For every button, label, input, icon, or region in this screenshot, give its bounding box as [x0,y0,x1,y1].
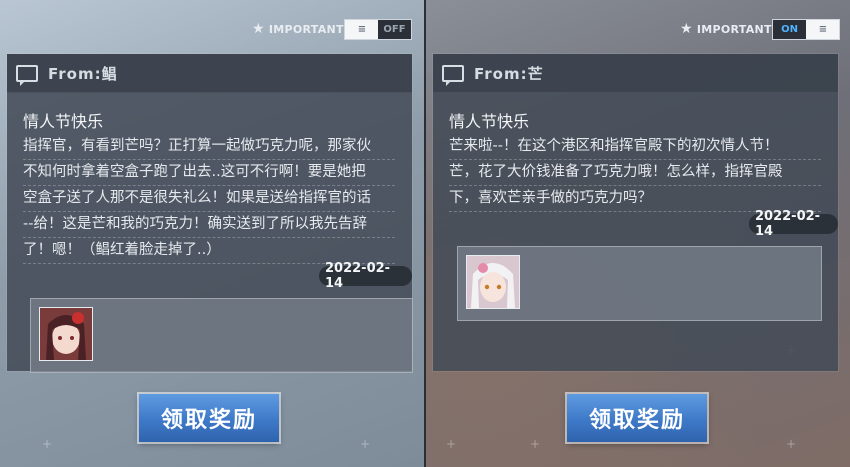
mail-card: From:鲳 情人节快乐 指挥官，有看到芒吗？正打算一起做巧克力呢，那家伙 不知… [7,54,413,373]
important-label: ★ IMPORTANT [252,21,344,37]
reward-slot [457,246,822,321]
mail-title: 情人节快乐 [23,112,104,131]
message-icon [442,64,464,86]
mail-date: 2022-02-14 [319,261,412,291]
mail-header: From:芒 [433,54,838,93]
important-toggle[interactable]: ≡ OFF [344,19,412,40]
toggle-knob: ≡ [806,20,839,39]
toggle-knob: ≡ [345,20,378,39]
body-line: 芒来啦--！在这个港区和指挥官殿下的初次情人节！ [449,134,821,160]
decor-plus: + [786,437,797,451]
sender-label: From:鲳 [48,64,118,83]
toggle-state-label: OFF [383,24,406,35]
mail-panel-right: + + + + ★ IMPORTANT ON ≡ From:芒 情人节快乐 芒来… [426,0,850,467]
mail-date: 2022-02-14 [749,209,838,239]
message-icon [16,64,38,86]
mail-header: From:鲳 [7,54,412,93]
star-icon: ★ [680,21,693,37]
mail-title: 情人节快乐 [449,112,530,131]
claim-reward-button[interactable]: 领取奖励 [567,394,707,442]
body-line: 空盒子送了人那不是很失礼么！如果是送给指挥官的话 [23,186,395,212]
reward-slot [30,298,413,373]
important-label: ★ IMPORTANT [680,21,772,37]
grip-icon: ≡ [357,24,366,35]
important-toggle[interactable]: ON ≡ [772,19,840,40]
mail-card: From:芒 情人节快乐 芒来啦--！在这个港区和指挥官殿下的初次情人节！ 芒，… [433,54,838,371]
mail-panel-left: + + + + ★ IMPORTANT ≡ OFF From:鲳 情人节快乐 指… [0,0,424,467]
toggle-state-label: ON [781,24,798,35]
mail-body: 芒来啦--！在这个港区和指挥官殿下的初次情人节！ 芒，花了大价钱准备了巧克力哦！… [449,134,821,212]
mail-body: 指挥官，有看到芒吗？正打算一起做巧克力呢，那家伙 不知何时拿着空盒子跑了出去..… [23,134,395,264]
sender-label: From:芒 [474,64,544,83]
body-line: 指挥官，有看到芒吗？正打算一起做巧克力呢，那家伙 [23,134,395,160]
body-line: 芒，花了大价钱准备了巧克力哦！怎么样，指挥官殿 [449,160,821,186]
character-portrait-icon[interactable] [466,255,520,309]
body-line: 不知何时拿着空盒子跑了出去..这可不行啊！要是她把 [23,160,395,186]
star-icon: ★ [252,21,265,37]
body-line: --给！这是芒和我的巧克力！确实送到了所以我先告辞 [23,212,395,238]
decor-plus: + [446,437,457,451]
decor-plus: + [530,437,541,451]
character-portrait-icon[interactable] [39,307,93,361]
grip-icon: ≡ [818,24,827,35]
decor-plus: + [360,437,371,451]
decor-plus: + [42,437,53,451]
claim-reward-button[interactable]: 领取奖励 [139,394,279,442]
